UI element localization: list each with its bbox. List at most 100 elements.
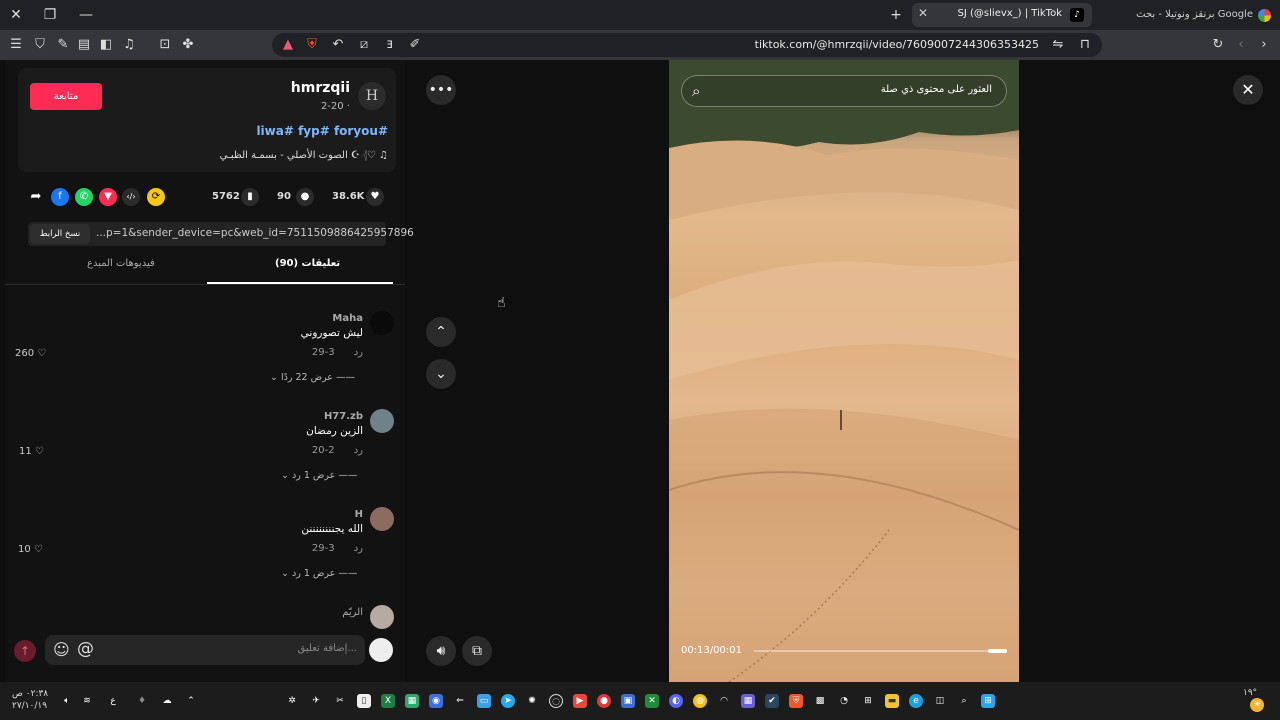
brave-icon[interactable]: ⛨ bbox=[789, 694, 803, 708]
app-icon[interactable]: ✈ bbox=[309, 694, 323, 708]
video-player[interactable] bbox=[669, 60, 1019, 682]
shield-icon[interactable]: ⛉ bbox=[32, 37, 48, 53]
app-icon[interactable]: ◌ bbox=[549, 694, 563, 708]
app-icon[interactable]: ◉ bbox=[429, 694, 443, 708]
tab-google[interactable]: برنقز ونوتيلا - بحث Google bbox=[1136, 3, 1275, 27]
avatar[interactable]: H bbox=[358, 82, 386, 110]
close-window-icon[interactable]: ✕ bbox=[6, 5, 26, 25]
back-icon[interactable]: › bbox=[1256, 37, 1272, 53]
send-icon[interactable]: ▼ bbox=[99, 188, 117, 206]
close-icon[interactable]: ✕ bbox=[1233, 75, 1263, 105]
rewards-icon[interactable]: ▲ bbox=[280, 37, 296, 53]
search-icon[interactable]: ⌕ bbox=[692, 82, 700, 100]
app-icon[interactable]: ▣ bbox=[621, 694, 635, 708]
share-link-text[interactable]: ...p=1&sender_device=pc&web_id=751150988… bbox=[96, 227, 414, 239]
sidebar-icon[interactable]: ◧ bbox=[98, 37, 114, 53]
reply-button[interactable]: رد bbox=[354, 445, 363, 456]
progress-bar[interactable] bbox=[754, 650, 1007, 652]
menu-icon[interactable]: ☰ bbox=[8, 37, 24, 53]
crop-icon[interactable]: ⧄ bbox=[356, 37, 372, 53]
comment-author[interactable]: H77.zb bbox=[324, 411, 363, 422]
discord-icon[interactable]: ◐ bbox=[669, 694, 683, 708]
next-video-icon[interactable]: ⌄ bbox=[426, 359, 456, 389]
follow-button[interactable]: متابعة bbox=[30, 83, 102, 110]
chevron-up-icon[interactable]: ⌃ bbox=[184, 694, 198, 708]
avatar[interactable] bbox=[370, 409, 394, 433]
previous-video-icon[interactable]: ⌃ bbox=[426, 317, 456, 347]
volume-icon[interactable]: 🔊︎ bbox=[426, 636, 456, 666]
file-icon[interactable]: ▯ bbox=[357, 694, 371, 708]
reply-button[interactable]: رد bbox=[354, 543, 363, 554]
edit-icon[interactable]: ✐ bbox=[407, 37, 423, 53]
back-arrow-icon[interactable]: ↶ bbox=[330, 37, 346, 53]
author-name[interactable]: hmrzqii bbox=[291, 80, 350, 96]
comment-input[interactable]: ☺ @ إضافة تعليق... bbox=[45, 635, 365, 665]
reader-icon[interactable]: ▤ bbox=[76, 37, 92, 53]
volume-tray-icon[interactable]: 🔈︎ bbox=[60, 694, 74, 708]
send-comment-icon[interactable]: ↑ bbox=[14, 640, 36, 662]
app-icon[interactable]: ⊞ bbox=[861, 694, 875, 708]
app-icon[interactable]: ✲ bbox=[285, 694, 299, 708]
app-icon[interactable]: ● bbox=[597, 694, 611, 708]
view-replies-button[interactable]: ⌄ عرض 1 رد —— bbox=[281, 470, 357, 481]
copy-link-button[interactable]: نسخ الرابط bbox=[30, 224, 90, 244]
edge-icon[interactable]: e bbox=[909, 694, 923, 708]
chatgpt-icon[interactable]: ✺ bbox=[525, 694, 539, 708]
share-arrow-icon[interactable]: ➦ bbox=[27, 188, 45, 206]
onedrive-icon[interactable]: ☁ bbox=[160, 694, 174, 708]
translate-icon[interactable]: ⱻ bbox=[382, 37, 398, 53]
search-icon[interactable]: ⌕ bbox=[957, 694, 971, 708]
tab-creator-videos[interactable]: فيديوهات المبدع bbox=[87, 258, 155, 269]
comment-author[interactable]: Maha bbox=[332, 313, 363, 324]
reload-icon[interactable]: ↻ bbox=[1210, 37, 1226, 53]
app-icon[interactable]: ◠ bbox=[717, 694, 731, 708]
app-icon[interactable]: ▦ bbox=[405, 694, 419, 708]
mention-icon[interactable]: @ bbox=[77, 639, 94, 659]
app-icon[interactable]: ◫ bbox=[933, 694, 947, 708]
progress-thumb[interactable] bbox=[988, 649, 1007, 653]
comment-author[interactable]: الريّم bbox=[342, 607, 363, 618]
pin-icon[interactable]: ✎ bbox=[55, 37, 71, 53]
avatar[interactable] bbox=[370, 605, 394, 629]
excel-icon[interactable]: X bbox=[381, 694, 395, 708]
sound-row[interactable]: الصوت الأصلي - بسمـة الظبـي ☪︎ 𓂆♡ ♫ bbox=[220, 146, 388, 162]
tab-close-icon[interactable]: ✕ bbox=[918, 6, 928, 20]
app-icon[interactable]: ▶ bbox=[573, 694, 587, 708]
language-indicator[interactable]: ع bbox=[106, 694, 120, 708]
view-replies-button[interactable]: ⌄ عرض 22 ردًا —— bbox=[270, 372, 355, 383]
app-icon[interactable]: ⇐ bbox=[453, 694, 467, 708]
app-icon[interactable]: ◔ bbox=[837, 694, 851, 708]
caption-hashtags[interactable]: liwa# fyp# foryou# bbox=[256, 124, 388, 138]
app-icon[interactable]: ✂ bbox=[333, 694, 347, 708]
share-icon[interactable]: ⇋ bbox=[1050, 37, 1066, 53]
folder-icon[interactable]: ▬ bbox=[885, 694, 899, 708]
app-icon[interactable]: ▩ bbox=[813, 694, 827, 708]
related-search[interactable]: ⌕ العثور على محتوى ذي صلة bbox=[681, 75, 1007, 107]
telegram-icon[interactable]: ➤ bbox=[501, 694, 515, 708]
new-tab-icon[interactable]: + bbox=[886, 5, 906, 25]
facebook-icon[interactable]: f bbox=[51, 188, 69, 206]
extensions-icon[interactable]: ✤ bbox=[180, 37, 196, 53]
comment-icon[interactable]: ● bbox=[296, 188, 314, 206]
xbox-icon[interactable]: ✕ bbox=[645, 694, 659, 708]
restore-window-icon[interactable]: ❐ bbox=[40, 5, 60, 25]
user-avatar[interactable] bbox=[369, 638, 393, 662]
music-icon[interactable]: ♫ bbox=[121, 37, 137, 53]
heart-icon[interactable]: ♥ bbox=[366, 188, 384, 206]
repost-icon[interactable]: ⟳ bbox=[147, 188, 165, 206]
steam-icon[interactable]: ✔ bbox=[765, 694, 779, 708]
more-options-icon[interactable]: ••• bbox=[426, 75, 456, 105]
tab-tiktok[interactable]: ✕ SJ (@slievx_) | TikTok ♪ bbox=[912, 3, 1092, 27]
brave-shield-icon[interactable]: ⛨ bbox=[304, 37, 320, 53]
reply-button[interactable]: رد bbox=[354, 347, 363, 358]
tab-comments[interactable]: (90) تعليقات bbox=[275, 258, 340, 269]
app-icon[interactable]: ▦ bbox=[741, 694, 755, 708]
weather-icon[interactable]: ☀ bbox=[1250, 698, 1264, 712]
address-bar[interactable]: ▲ ⛨ ↶ ⧄ ⱻ ✐ tiktok.com/@hmrzqii/video/76… bbox=[272, 33, 1102, 57]
windows-start-icon[interactable]: ⊞ bbox=[981, 694, 995, 708]
avatar[interactable] bbox=[370, 311, 394, 335]
avatar[interactable] bbox=[370, 507, 394, 531]
comment-like[interactable]: 11 ♡ bbox=[19, 446, 44, 457]
view-replies-button[interactable]: ⌄ عرض 1 رد —— bbox=[281, 568, 357, 579]
mini-player-icon[interactable]: ⧉ bbox=[462, 636, 492, 666]
